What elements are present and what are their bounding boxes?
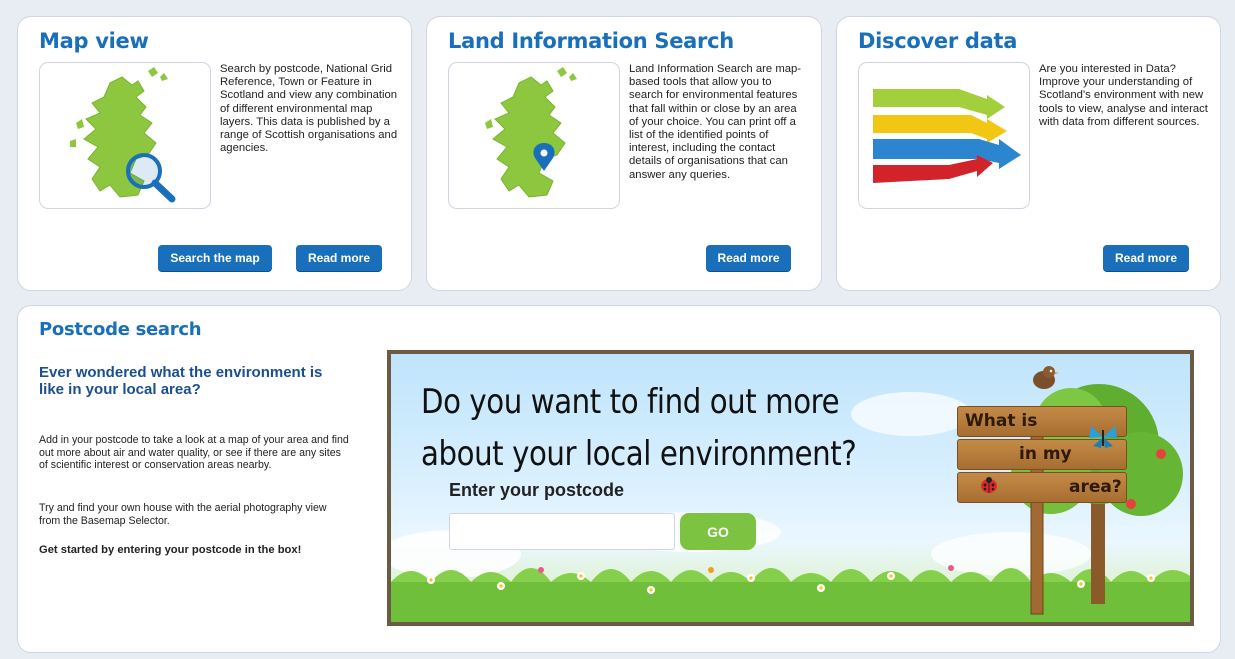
sign-line-3: area? (1069, 477, 1122, 497)
ladybird-icon (981, 477, 997, 493)
postcode-input[interactable] (449, 513, 675, 550)
map-view-card: Map view Search by postcode, National Gr… (17, 16, 412, 291)
postcode-paragraph-intro: Add in your postcode to take a look at a… (39, 434, 349, 472)
banner-question-line-1: Do you want to find out more (421, 382, 840, 422)
postcode-search-title: Postcode search (39, 319, 202, 340)
land-information-read-more-button[interactable]: Read more (706, 245, 791, 271)
banner-question: Do you want to find out more about your … (421, 376, 954, 480)
butterfly-icon (1089, 426, 1117, 448)
discover-data-thumbnail[interactable] (858, 62, 1030, 209)
land-information-search-thumbnail[interactable] (448, 62, 620, 209)
postcode-paragraph-aerial: Try and find your own house with the aer… (39, 502, 327, 527)
postcode-heading: Ever wondered what the environment is li… (39, 364, 323, 398)
what-is-in-my-area-sign: What is in my area? (957, 406, 1127, 506)
go-button[interactable]: GO (680, 513, 756, 550)
discover-data-read-more-button[interactable]: Read more (1103, 245, 1189, 271)
discover-data-title: Discover data (858, 29, 1018, 53)
sign-line-1: What is (965, 411, 1038, 431)
banner-question-line-2: about your local environment? (421, 434, 857, 474)
land-information-search-card: Land Information Search Land Information… (426, 16, 822, 291)
search-the-map-button[interactable]: Search the map (158, 245, 272, 271)
discover-data-description: Are you interested in Data? Improve your… (1039, 63, 1208, 128)
land-information-search-description: Land Information Search are map-based to… (629, 63, 802, 181)
postcode-search-card: Postcode search Ever wondered what the e… (17, 305, 1221, 653)
postcode-paragraph-get-started: Get started by entering your postcode in… (39, 544, 302, 556)
postcode-banner: Do you want to find out more about your … (387, 350, 1194, 626)
land-information-search-title: Land Information Search (448, 29, 734, 53)
data-arrows-icon (873, 89, 1021, 183)
scotland-map-magnifier-icon (70, 67, 176, 203)
map-view-title: Map view (39, 29, 149, 53)
discover-data-card: Discover data Are you interested in Data… (836, 16, 1221, 291)
map-view-description: Search by postcode, National Grid Refere… (220, 63, 398, 155)
bird-icon (1033, 366, 1059, 389)
postcode-input-label: Enter your postcode (449, 480, 625, 500)
map-view-thumbnail[interactable] (39, 62, 211, 209)
scotland-map-pin-icon (485, 67, 577, 198)
map-view-read-more-button[interactable]: Read more (296, 245, 382, 271)
sign-line-2: in my (1019, 444, 1072, 464)
